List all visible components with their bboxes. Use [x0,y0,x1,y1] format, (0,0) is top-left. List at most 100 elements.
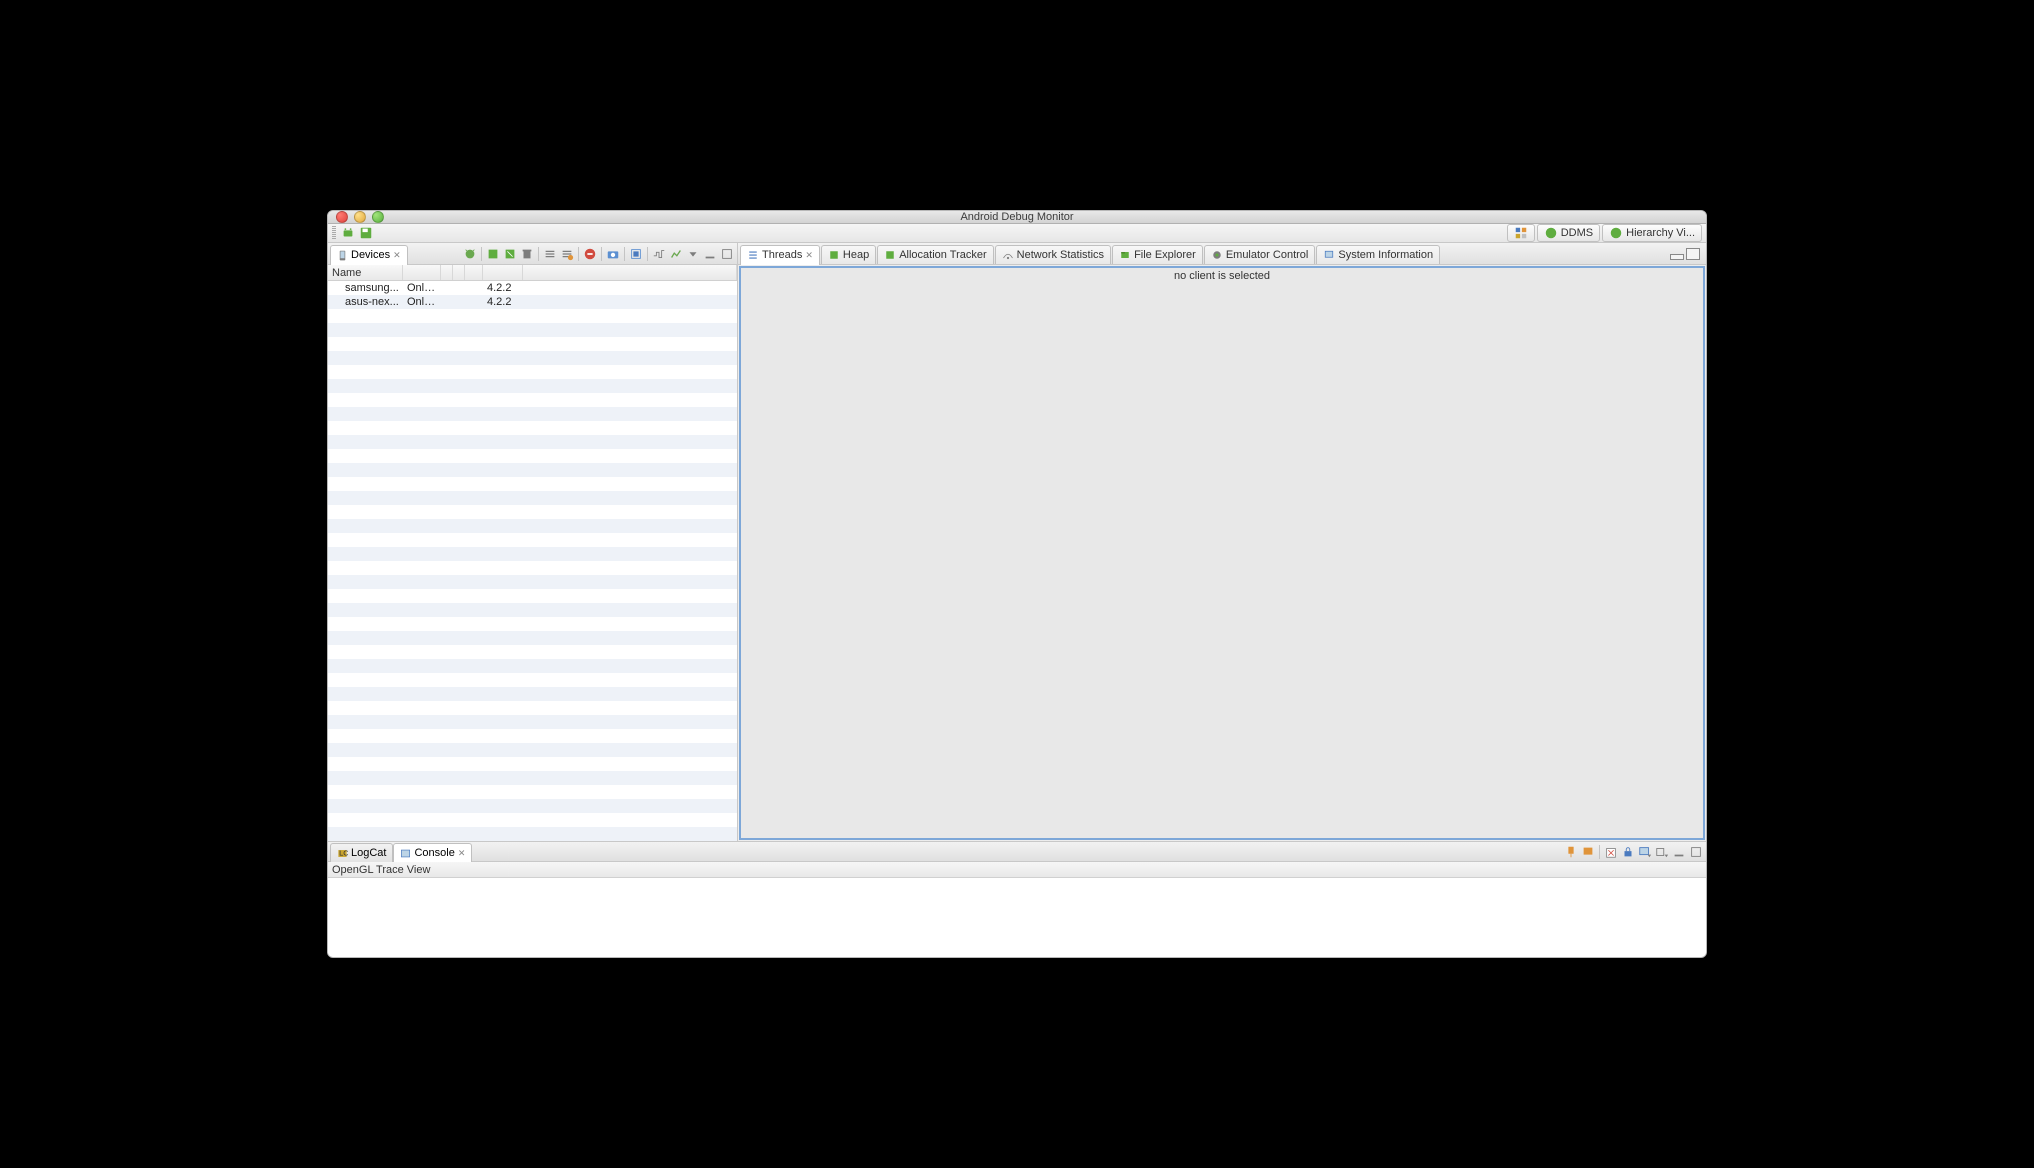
table-row [328,659,737,673]
heap-tab-label: Heap [843,249,869,261]
ddms-perspective-button[interactable]: DDMS [1537,224,1600,242]
start-method-profiling-icon[interactable] [559,246,575,262]
devices-list: samsung...Online4.2.2asus-nex... Online 4.… [328,281,737,841]
maximize-view-icon[interactable] [1686,248,1700,260]
debug-icon[interactable] [462,246,478,262]
table-row [328,505,737,519]
view-menu-icon[interactable] [685,246,701,262]
clear-console-icon[interactable] [1603,844,1619,860]
table-row [328,589,737,603]
cause-gc-icon[interactable] [519,246,535,262]
devices-tab-label: Devices [351,249,390,261]
upper-area: Devices ✕ [328,243,1706,841]
console-content [328,878,1706,958]
heap-tab[interactable]: Heap [821,245,876,264]
separator [624,247,625,261]
app-window: Android Debug Monitor DDMS Hierarchy Vi.… [327,210,1707,958]
svg-text:LC: LC [339,848,348,857]
table-row [328,715,737,729]
table-row [328,785,737,799]
console-panel: LC LogCat Console ✕ [328,841,1706,958]
table-row [328,337,737,351]
minimize-console-icon[interactable] [1671,844,1687,860]
table-row [328,323,737,337]
column-header[interactable] [453,265,465,280]
display-selected-console-icon[interactable] [1580,844,1596,860]
column-header[interactable] [483,265,523,280]
dump-view-hierarchy-icon[interactable] [628,246,644,262]
open-console-dropdown-icon[interactable] [1637,844,1653,860]
threads-tab[interactable]: Threads ✕ [740,245,820,265]
logcat-tab-label: LogCat [351,847,386,859]
titlebar: Android Debug Monitor [328,211,1706,224]
column-header[interactable] [403,265,441,280]
device-version: 4.2.2 [483,296,523,308]
table-row[interactable]: samsung...Online4.2.2 [328,281,737,295]
column-header[interactable] [523,265,737,280]
hierarchy-perspective-button[interactable]: Hierarchy Vi... [1602,224,1702,242]
logcat-tab[interactable]: LC LogCat [330,843,393,863]
update-threads-icon[interactable] [542,246,558,262]
close-icon[interactable]: ✕ [805,250,813,261]
table-row [328,351,737,365]
column-header[interactable] [441,265,453,280]
devices-table-header: Name [328,265,737,281]
device-status: Online [403,296,441,308]
table-row[interactable]: asus-nex... Online 4.2.2 [328,295,737,309]
maximize-icon[interactable] [719,246,735,262]
allocation-tab[interactable]: Allocation Tracker [877,245,993,264]
devices-toolbar [408,246,735,262]
opengl-trace-icon[interactable] [668,246,684,262]
file-explorer-tab-label: File Explorer [1134,249,1196,261]
console-options-dropdown-icon[interactable] [1654,844,1670,860]
table-row [328,701,737,715]
separator [601,247,602,261]
main-toolbar: DDMS Hierarchy Vi... [328,224,1706,243]
table-row [328,575,737,589]
table-row [328,771,737,785]
threads-tab-label: Threads [762,249,802,261]
column-name-header[interactable]: Name [328,265,403,280]
network-tab[interactable]: Network Statistics [995,245,1111,264]
scroll-lock-icon[interactable] [1620,844,1636,860]
table-row [328,743,737,757]
close-icon[interactable]: ✕ [393,250,401,261]
device-name: asus-nex... [345,296,399,308]
file-explorer-tab[interactable]: File Explorer [1112,245,1203,264]
sysinfo-tab[interactable]: System Information [1316,245,1440,264]
emulator-tab-label: Emulator Control [1226,249,1309,261]
window-title: Android Debug Monitor [328,211,1706,223]
open-perspective-button[interactable] [1507,224,1535,242]
table-row [328,519,737,533]
console-tabbar: LC LogCat Console ✕ [328,842,1706,862]
close-icon[interactable]: ✕ [458,848,466,859]
separator [1599,845,1600,859]
devices-panel: Devices ✕ [328,243,738,841]
table-row [328,603,737,617]
detail-panel: Threads ✕ Heap Allocation Tracker Networ… [738,243,1706,841]
save-icon[interactable] [358,225,374,241]
emulator-tab[interactable]: Emulator Control [1204,245,1316,264]
screen-capture-icon[interactable] [605,246,621,262]
console-tab[interactable]: Console ✕ [393,843,472,863]
update-heap-icon[interactable] [485,246,501,262]
table-row [328,757,737,771]
pin-console-icon[interactable] [1563,844,1579,860]
column-header[interactable] [465,265,483,280]
android-icon[interactable] [340,225,356,241]
devices-tab[interactable]: Devices ✕ [330,245,408,265]
dump-hprof-icon[interactable] [502,246,518,262]
stop-process-icon[interactable] [582,246,598,262]
toolbar-handle [332,226,336,240]
network-tab-label: Network Statistics [1017,249,1104,261]
device-name: samsung... [345,282,399,294]
console-view-label: OpenGL Trace View [328,862,1706,878]
systrace-icon[interactable] [651,246,667,262]
no-client-message: no client is selected [1174,268,1270,282]
minimize-view-icon[interactable] [1670,254,1684,260]
table-row [328,687,737,701]
sysinfo-tab-label: System Information [1338,249,1433,261]
minimize-icon[interactable] [702,246,718,262]
maximize-console-icon[interactable] [1688,844,1704,860]
table-row [328,477,737,491]
